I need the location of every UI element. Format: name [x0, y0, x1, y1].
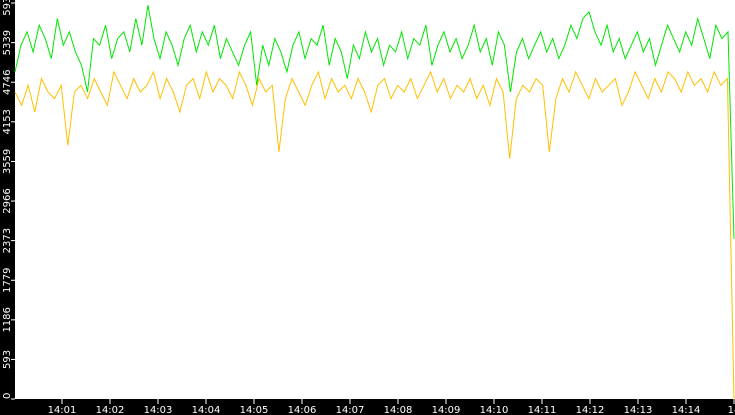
x-tick-label: 14:11	[528, 405, 557, 415]
y-tick-label: 3559	[2, 149, 13, 174]
y-tick-label: 5933	[2, 0, 13, 16]
x-tick-label: 14:04	[192, 405, 221, 415]
y-tick-label: 1779	[2, 268, 13, 293]
x-tick-label: 14:10	[480, 405, 509, 415]
x-tick-label: 14:07	[336, 405, 365, 415]
x-tick-label: 14:08	[384, 405, 413, 415]
y-tick-label: 4153	[2, 109, 13, 134]
x-tick-label: 14:12	[576, 405, 605, 415]
chart-svg: 0 593 1186 1779 2373 2966 3559 4153 4746 5339 5933…	[0, 0, 735, 415]
x-tick-label: 14:01	[48, 405, 77, 415]
y-tick-label: 5339	[2, 30, 13, 55]
series-line-orange	[14, 70, 735, 400]
x-tick-label: 14:03	[144, 405, 173, 415]
y-tick-label: 2966	[2, 188, 13, 213]
x-tick-label: 14:14	[672, 405, 701, 415]
x-tick-label: 14:05	[240, 405, 269, 415]
y-tick-label: 0	[2, 393, 13, 399]
x-tick-label: 14:13	[624, 405, 653, 415]
x-tick-label: 14:02	[96, 405, 125, 415]
x-tick-label: 14:06	[288, 405, 317, 415]
chart: 0 593 1186 1779 2373 2966 3559 4153 4746 5339 5933…	[0, 0, 735, 415]
y-tick-label: 2373	[2, 228, 13, 253]
y-tick-label: 1186	[2, 307, 13, 332]
y-tick-label: 593	[2, 350, 13, 369]
x-tick-label: 14	[728, 405, 735, 415]
y-tick-label: 4746	[2, 70, 13, 95]
x-tick-label: 14:09	[432, 405, 461, 415]
series-line-green	[14, 5, 735, 239]
